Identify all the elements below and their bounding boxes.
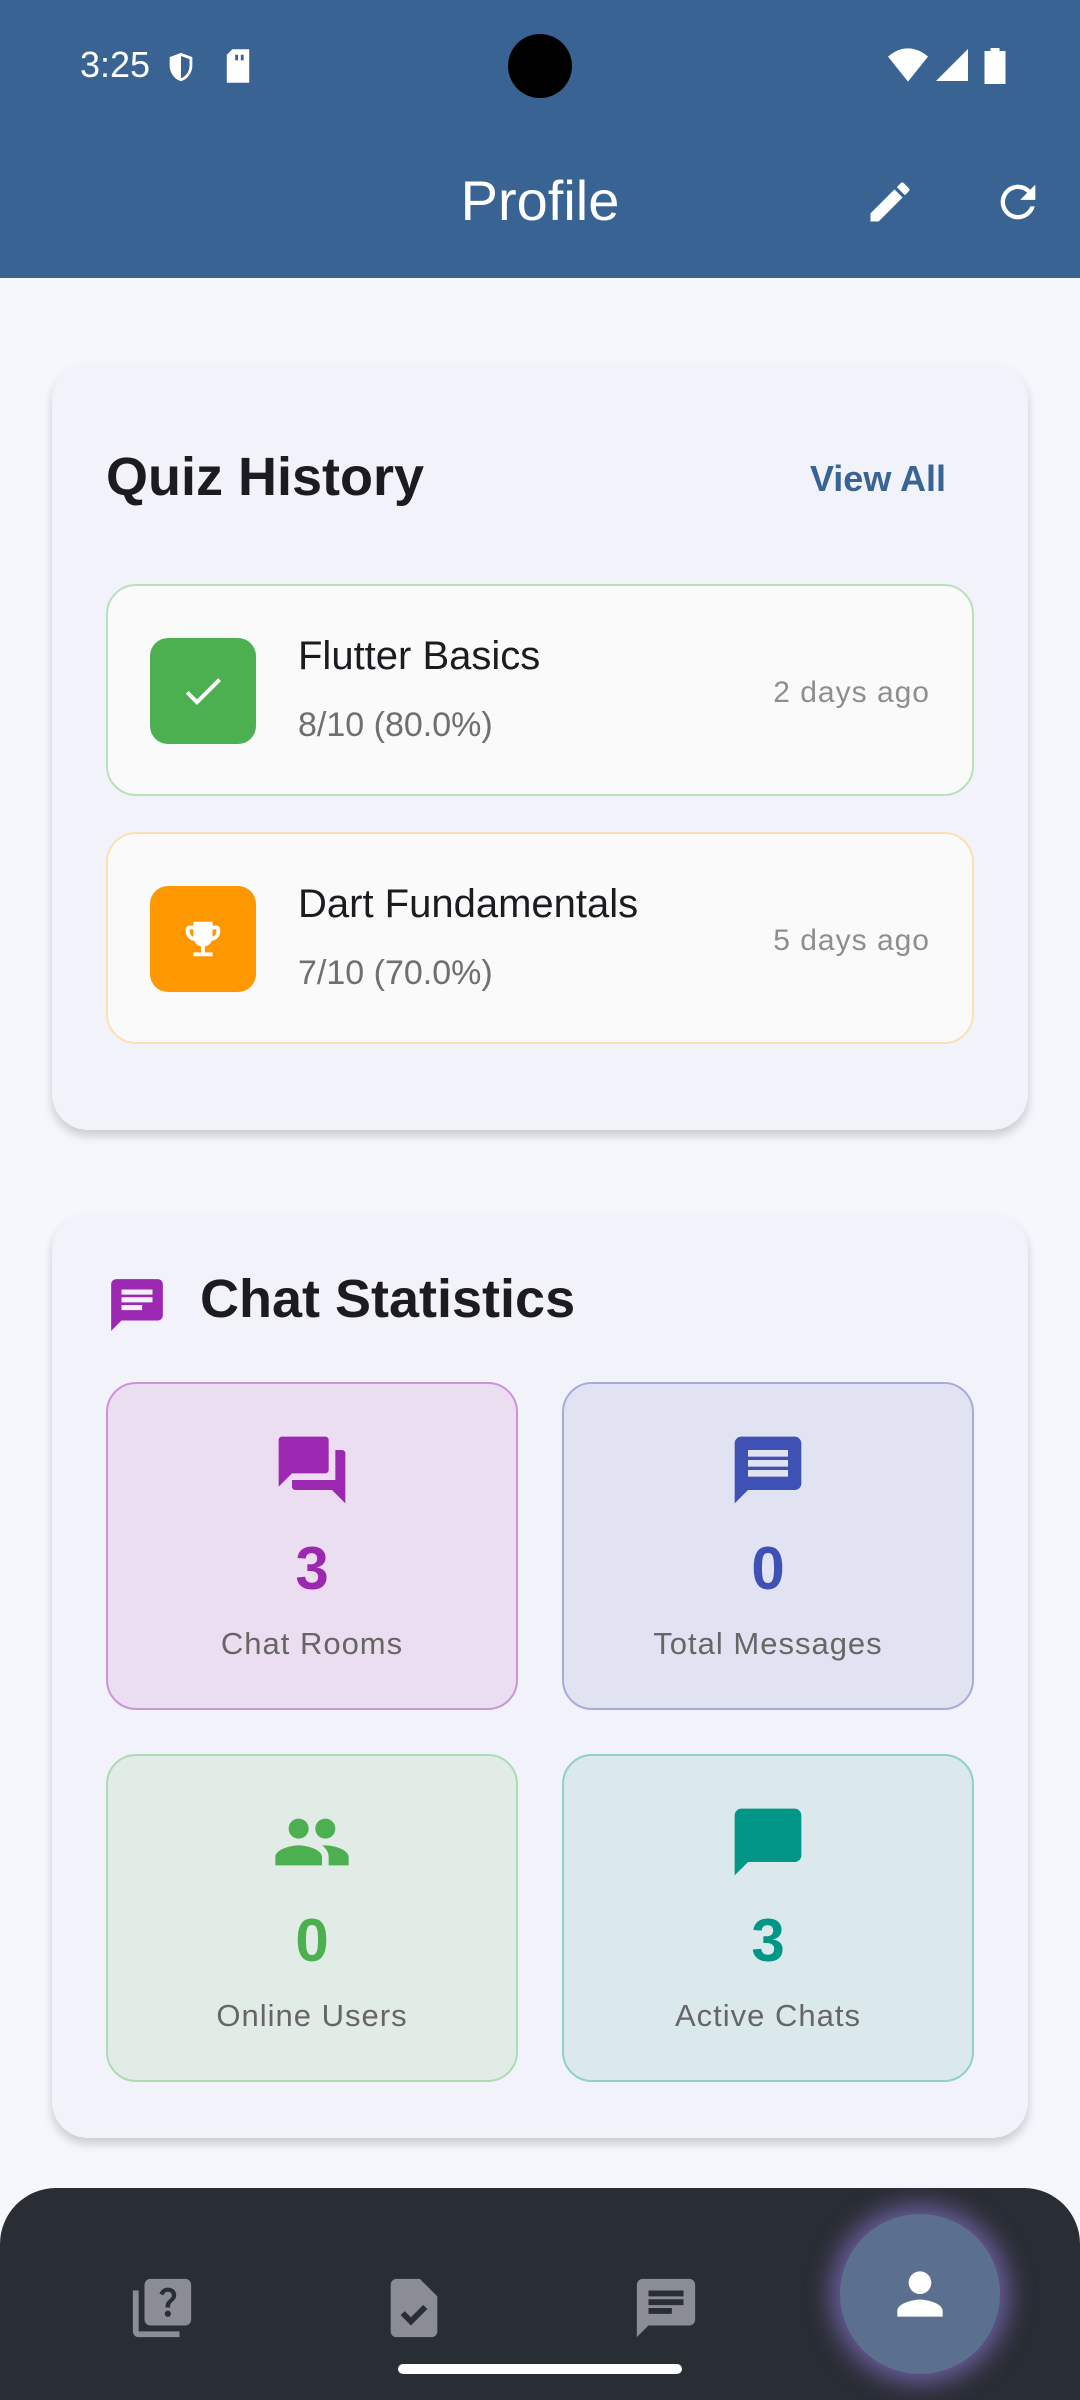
trophy-icon <box>185 921 221 957</box>
quiz-name: Dart Fundamentals <box>298 882 639 926</box>
quiz-history-title: Quiz History <box>106 447 425 507</box>
stat-value: 3 <box>751 1907 785 1974</box>
nav-chat[interactable] <box>626 2268 706 2348</box>
stat-label: Chat Rooms <box>220 1626 404 1661</box>
check-badge <box>150 638 256 744</box>
view-all-button[interactable]: View All <box>810 458 946 500</box>
stat-label: Total Messages <box>653 1626 883 1661</box>
stat-online-users: 0 Online Users <box>106 1754 518 2082</box>
stat-total-messages: 0 Total Messages <box>562 1382 974 1710</box>
nav-quiz[interactable] <box>122 2268 202 2348</box>
camera-cutout <box>508 34 572 98</box>
refresh-button[interactable] <box>986 170 1050 234</box>
home-indicator[interactable] <box>398 2364 682 2374</box>
stat-value: 3 <box>295 1535 329 1602</box>
edit-button[interactable] <box>858 170 922 234</box>
profile-icon <box>897 2271 943 2317</box>
shield-icon <box>164 48 198 91</box>
quiz-time-ago: 5 days ago <box>773 924 930 957</box>
quiz-history-item[interactable]: Dart Fundamentals 7/10 (70.0%) 5 days ag… <box>106 832 974 1044</box>
app-bar: 3:25 Profile <box>0 0 1080 278</box>
quiz-icon <box>132 2278 192 2338</box>
chat-statistics-card: Chat Statistics 3 Chat Rooms 0 Total Mes… <box>52 1214 1028 2138</box>
assignment-check-icon <box>390 2278 438 2338</box>
status-time: 3:25 <box>80 44 151 85</box>
quiz-time-ago: 2 days ago <box>773 676 930 709</box>
stat-label: Online Users <box>216 1998 408 2033</box>
quiz-score: 7/10 (70.0%) <box>298 954 493 992</box>
check-icon <box>185 678 221 705</box>
sd-card-icon <box>224 48 252 89</box>
nav-profile[interactable] <box>840 2214 1000 2374</box>
refresh-icon <box>1000 184 1036 220</box>
signal-icon <box>936 48 968 87</box>
people-icon <box>108 1802 516 1882</box>
message-icon <box>564 1430 972 1510</box>
edit-icon <box>870 182 910 222</box>
stat-value: 0 <box>751 1535 785 1602</box>
chat-bubble-icon <box>564 1802 972 1882</box>
chat-icon <box>636 2278 696 2338</box>
forum-icon <box>108 1430 516 1510</box>
stat-chat-rooms: 3 Chat Rooms <box>106 1382 518 1710</box>
trophy-badge <box>150 886 256 992</box>
stat-active-chats: 3 Active Chats <box>562 1754 974 2082</box>
quiz-history-item[interactable]: Flutter Basics 8/10 (80.0%) 2 days ago <box>106 584 974 796</box>
chat-statistics-icon <box>106 1274 168 1341</box>
quiz-score: 8/10 (80.0%) <box>298 706 493 744</box>
stat-label: Active Chats <box>674 1998 861 2033</box>
chat-statistics-title: Chat Statistics <box>200 1269 576 1329</box>
stat-value: 0 <box>295 1907 329 1974</box>
quiz-history-card: Quiz History View All Flutter Basics 8/1… <box>52 364 1028 1130</box>
wifi-icon <box>888 48 928 87</box>
nav-assignments[interactable] <box>374 2268 454 2348</box>
quiz-name: Flutter Basics <box>298 634 541 678</box>
battery-icon <box>984 48 1006 89</box>
